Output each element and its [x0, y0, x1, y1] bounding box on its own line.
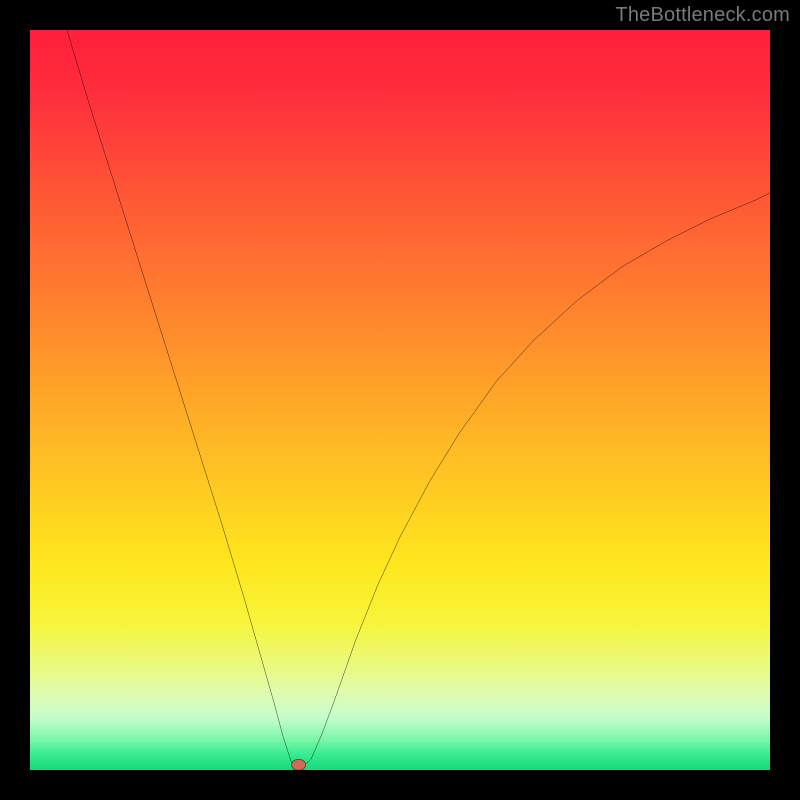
curve-svg	[30, 30, 770, 770]
chart-frame: TheBottleneck.com	[0, 0, 800, 800]
watermark-text: TheBottleneck.com	[615, 4, 790, 27]
bottleneck-curve-path	[67, 30, 770, 766]
curve-minimum-marker	[292, 759, 306, 770]
plot-area	[30, 30, 770, 770]
